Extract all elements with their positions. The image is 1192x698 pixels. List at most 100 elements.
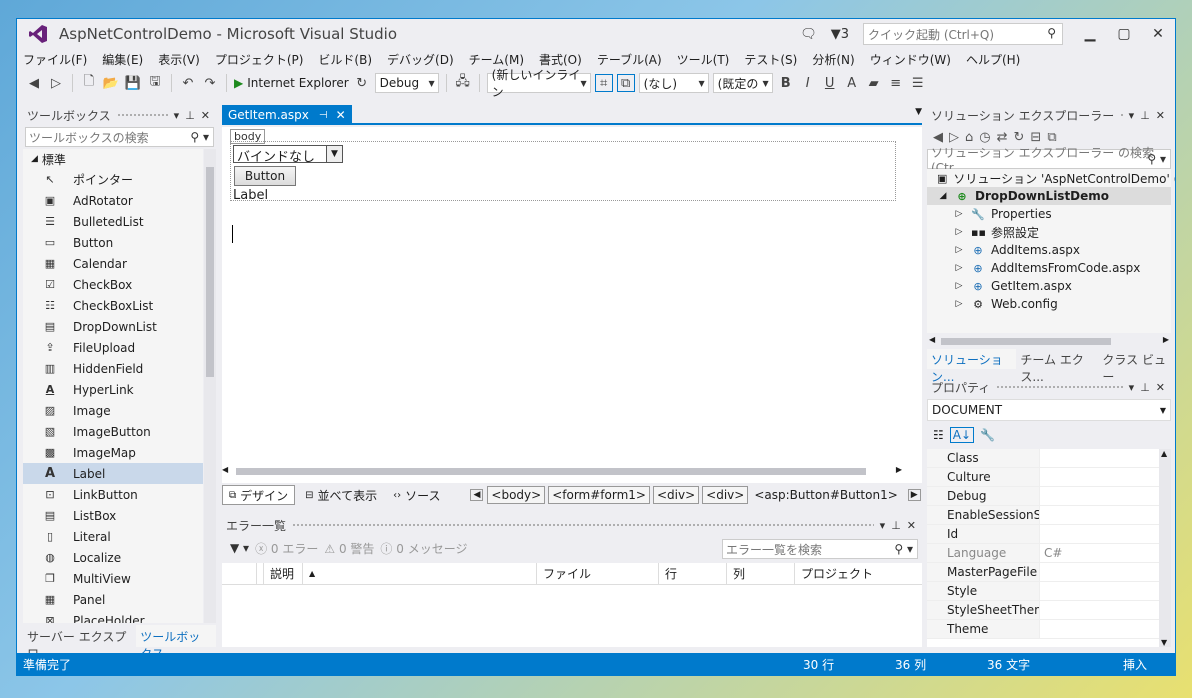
property-value[interactable] — [1039, 506, 1159, 525]
bullets-icon[interactable]: ☰ — [909, 74, 927, 92]
menu-analyze[interactable]: 分析(N) — [812, 51, 854, 68]
tree-item-references[interactable]: ▷ ▪▪ 参照設定 — [927, 223, 1171, 241]
absolute-position-icon[interactable]: ⌗ — [594, 74, 613, 92]
column-icon[interactable] — [222, 563, 256, 585]
toolbox-item-calendar[interactable]: ▦ Calendar — [23, 253, 203, 274]
tree-item-additemsfromcode[interactable]: ▷ ⊕ AddItemsFromCode.aspx — [927, 259, 1171, 277]
property-pages-icon[interactable]: 🔧 — [980, 428, 995, 442]
forward-icon[interactable]: ▷ — [47, 74, 65, 92]
toolbox-scrollbar[interactable] — [204, 149, 216, 623]
breadcrumb-button[interactable]: <asp:Button#Button1> — [751, 487, 900, 503]
forward-icon[interactable]: ▷ — [949, 130, 959, 145]
tab-solution-explorer[interactable]: ソリューション... — [927, 349, 1017, 384]
toolbox-item-checkbox[interactable]: ☑ CheckBox — [23, 274, 203, 295]
property-value[interactable] — [1039, 449, 1159, 468]
toolbox-item-adrotator[interactable]: ▣ AdRotator — [23, 190, 203, 211]
warnings-filter-button[interactable]: ⚠ 0 警告 — [324, 540, 374, 557]
toolbox-item-fileupload[interactable]: ⇪ FileUpload — [23, 337, 203, 358]
font-combo[interactable]: (既定の ▼ — [712, 73, 773, 93]
scroll-up-icon[interactable]: ▲ — [1161, 449, 1167, 458]
filter-icon[interactable]: ▼ ▾ — [230, 541, 249, 555]
dropdownlist-control[interactable]: バインドなし ▼ — [233, 145, 343, 165]
publish-icon[interactable]: 🖧 — [454, 74, 472, 92]
tab-class-view[interactable]: クラス ビュー — [1098, 349, 1171, 384]
property-value[interactable] — [1039, 582, 1159, 601]
messages-filter-button[interactable]: ⓘ 0 メッセージ — [380, 540, 467, 557]
split-view-button[interactable]: ⊟ 並べて表示 — [299, 485, 383, 505]
refresh-icon[interactable]: ↻ — [1014, 130, 1025, 145]
quick-launch-input[interactable]: クイック起動 (Ctrl+Q) ⚲ — [863, 23, 1063, 45]
tree-item-project[interactable]: ◢ ⊕ DropDownListDemo — [927, 187, 1171, 205]
error-list-search-input[interactable]: エラー一覧を検索 ⚲ ▾ — [722, 539, 918, 559]
property-row[interactable]: Language C# — [927, 544, 1159, 563]
pin-icon[interactable]: ⊣ — [319, 110, 328, 121]
menu-team[interactable]: チーム(M) — [469, 51, 524, 68]
scroll-right-icon[interactable]: ▶ — [896, 465, 902, 474]
tab-getitem-aspx[interactable]: GetItem.aspx ⊣ ✕ — [222, 105, 352, 125]
toolbox-item-label-control[interactable]: A Label — [23, 463, 203, 484]
tree-item-additems[interactable]: ▷ ⊕ AddItems.aspx — [927, 241, 1171, 259]
label-control[interactable]: Label — [233, 188, 268, 203]
property-row[interactable]: Id — [927, 525, 1159, 544]
underline-button[interactable]: U — [821, 74, 839, 92]
pin-icon[interactable]: ⊥ — [891, 519, 901, 532]
properties-scrollbar[interactable]: ▲ ▼ — [1159, 449, 1171, 647]
menu-file[interactable]: ファイル(F) — [23, 51, 87, 68]
toolbox-item-linkbutton[interactable]: ⊡ LinkButton — [23, 484, 203, 505]
refresh-icon[interactable]: ↻ — [353, 74, 371, 92]
breadcrumb-left-icon[interactable]: ◀ — [470, 489, 484, 501]
close-icon[interactable]: ✕ — [1156, 381, 1165, 394]
property-row[interactable]: Debug — [927, 487, 1159, 506]
start-debugging-icon[interactable]: ▶ — [234, 76, 243, 90]
property-row[interactable]: Style — [927, 582, 1159, 601]
minimize-button[interactable]: ▁ — [1073, 26, 1107, 42]
menu-build[interactable]: ビルド(B) — [318, 51, 372, 68]
design-surface[interactable]: body バインドなし ▼ Button Label — [222, 127, 922, 483]
menu-table[interactable]: テーブル(A) — [597, 51, 662, 68]
menu-view[interactable]: 表示(V) — [158, 51, 200, 68]
toolbox-item-listbox[interactable]: ▤ ListBox — [23, 505, 203, 526]
bold-button[interactable]: B — [777, 74, 795, 92]
new-project-icon[interactable]: 🗋 — [80, 74, 98, 92]
menu-project[interactable]: プロジェクト(P) — [215, 51, 304, 68]
breadcrumb-div[interactable]: <div> — [702, 486, 749, 504]
tab-team-explorer[interactable]: チーム エクス... — [1016, 349, 1098, 384]
back-icon[interactable]: ◀ — [25, 74, 43, 92]
open-file-icon[interactable]: 📂 — [102, 74, 120, 92]
source-view-button[interactable]: ‹› ソース — [387, 485, 446, 505]
scroll-left-icon[interactable]: ◀ — [222, 465, 228, 474]
save-all-icon[interactable]: 🖫 — [146, 74, 164, 92]
toolbox-item-checkboxlist[interactable]: ☷ CheckBoxList — [23, 295, 203, 316]
column-line[interactable]: 行 — [658, 562, 726, 585]
toolbox-item-button[interactable]: ▭ Button — [23, 232, 203, 253]
property-row[interactable]: MasterPageFile — [927, 563, 1159, 582]
breadcrumb-body[interactable]: <body> — [487, 486, 546, 504]
toolbox-item-panel[interactable]: ▦ Panel — [23, 589, 203, 610]
scroll-left-icon[interactable]: ◀ — [929, 335, 935, 344]
column-description[interactable]: 説明 ▲ — [256, 562, 536, 585]
collapse-all-icon[interactable]: ⊟ — [1030, 130, 1041, 145]
close-icon[interactable]: ✕ — [201, 109, 210, 122]
pending-changes-icon[interactable]: ◷ — [979, 130, 990, 145]
breadcrumb-div[interactable]: <div> — [652, 486, 700, 504]
sync-icon[interactable]: ⇄ — [997, 130, 1008, 145]
toolbox-item-imagemap[interactable]: ▩ ImageMap — [23, 442, 203, 463]
breadcrumb-right-icon[interactable]: ▶ — [907, 489, 921, 501]
property-value[interactable] — [1039, 563, 1159, 582]
toolbox-item-image[interactable]: ▨ Image — [23, 400, 203, 421]
undo-icon[interactable]: ↶ — [179, 74, 197, 92]
chevron-down-icon[interactable]: ▾ — [1129, 109, 1135, 122]
tree-item-webconfig[interactable]: ▷ ⚙ Web.config — [927, 295, 1171, 313]
tree-item-getitem[interactable]: ▷ ⊕ GetItem.aspx — [927, 277, 1171, 295]
solution-horizontal-scrollbar[interactable]: ◀ ▶ — [927, 335, 1171, 347]
toolbox-item-literal[interactable]: ▯ Literal — [23, 526, 203, 547]
tab-toolbox[interactable]: ツールボックス — [136, 625, 216, 661]
feedback-icon[interactable]: 🗨 — [800, 27, 817, 42]
menu-edit[interactable]: 編集(E) — [102, 51, 143, 68]
property-value[interactable] — [1039, 620, 1159, 639]
toolbox-group-standard[interactable]: ◢ 標準 — [23, 149, 203, 169]
copy-icon[interactable]: ⧉ — [1047, 130, 1056, 145]
toolbox-item-bulletedlist[interactable]: ☰ BulletedList — [23, 211, 203, 232]
redo-icon[interactable]: ↷ — [201, 74, 219, 92]
column-column[interactable]: 列 — [726, 562, 794, 585]
